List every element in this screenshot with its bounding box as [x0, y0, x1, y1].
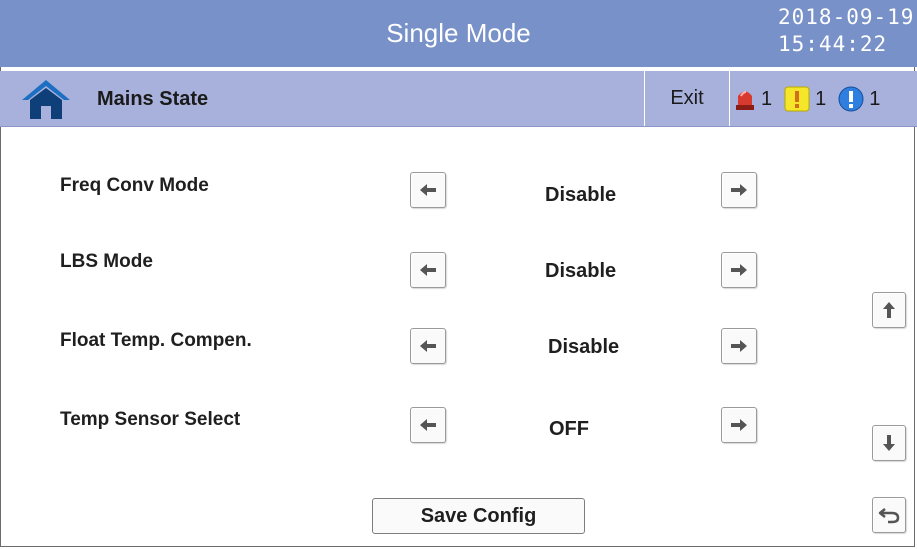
setting-value-float-temp-compen: Disable [548, 336, 620, 358]
setting-label-freq-conv-mode: Freq Conv Mode [60, 175, 209, 196]
arrow-right-icon [731, 419, 747, 431]
exit-button[interactable]: Exit [644, 71, 730, 126]
next-value-button[interactable] [721, 252, 757, 288]
save-config-button[interactable]: Save Config [372, 498, 585, 534]
setting-label-temp-sensor-select: Temp Sensor Select [60, 409, 241, 430]
status-bar: Mains State Exit 1 1 1 [0, 71, 917, 127]
yellow-warning-icon [784, 86, 810, 112]
next-value-button[interactable] [721, 172, 757, 208]
prev-value-button[interactable] [410, 252, 446, 288]
clock: 2018-09-19 15:44:22 [778, 4, 917, 58]
alarm-indicators: 1 1 1 [734, 85, 892, 113]
arrow-left-icon [420, 264, 436, 276]
blue-info-icon [838, 86, 864, 112]
red-siren-icon [736, 91, 754, 110]
back-button[interactable] [872, 497, 906, 533]
title-bar: Single Mode 2018-09-19 15:44:22 [0, 0, 917, 67]
next-value-button[interactable] [721, 407, 757, 443]
critical-alarm-count: 1 [761, 87, 773, 110]
prev-value-button[interactable] [410, 407, 446, 443]
info-alarm-indicator[interactable]: 1 [838, 86, 880, 112]
clock-date: 2018-09-19 [778, 5, 915, 29]
arrow-left-icon [420, 340, 436, 352]
arrow-left-icon [420, 419, 436, 431]
clock-time: 15:44:22 [778, 32, 888, 56]
arrow-left-icon [420, 184, 436, 196]
info-alarm-count: 1 [869, 87, 881, 110]
return-icon [878, 508, 900, 524]
page-name: Mains State [97, 88, 209, 110]
scroll-down-button[interactable] [872, 425, 906, 461]
prev-value-button[interactable] [410, 328, 446, 364]
arrow-down-icon [883, 435, 895, 451]
setting-value-freq-conv-mode: Disable [545, 184, 617, 206]
setting-value-lbs-mode: Disable [545, 260, 617, 282]
next-value-button[interactable] [721, 328, 757, 364]
arrow-right-icon [731, 184, 747, 196]
home-icon[interactable] [20, 78, 72, 120]
arrow-right-icon [731, 264, 747, 276]
scroll-up-button[interactable] [872, 292, 906, 328]
setting-label-float-temp-compen: Float Temp. Compen. [60, 330, 252, 351]
warning-alarm-count: 1 [815, 87, 827, 110]
setting-value-temp-sensor-select: OFF [549, 418, 589, 440]
setting-label-lbs-mode: LBS Mode [60, 251, 153, 272]
warning-alarm-indicator[interactable]: 1 [784, 86, 826, 112]
critical-alarm-indicator[interactable]: 1 [734, 86, 772, 112]
prev-value-button[interactable] [410, 172, 446, 208]
arrow-up-icon [883, 302, 895, 318]
arrow-right-icon [731, 340, 747, 352]
